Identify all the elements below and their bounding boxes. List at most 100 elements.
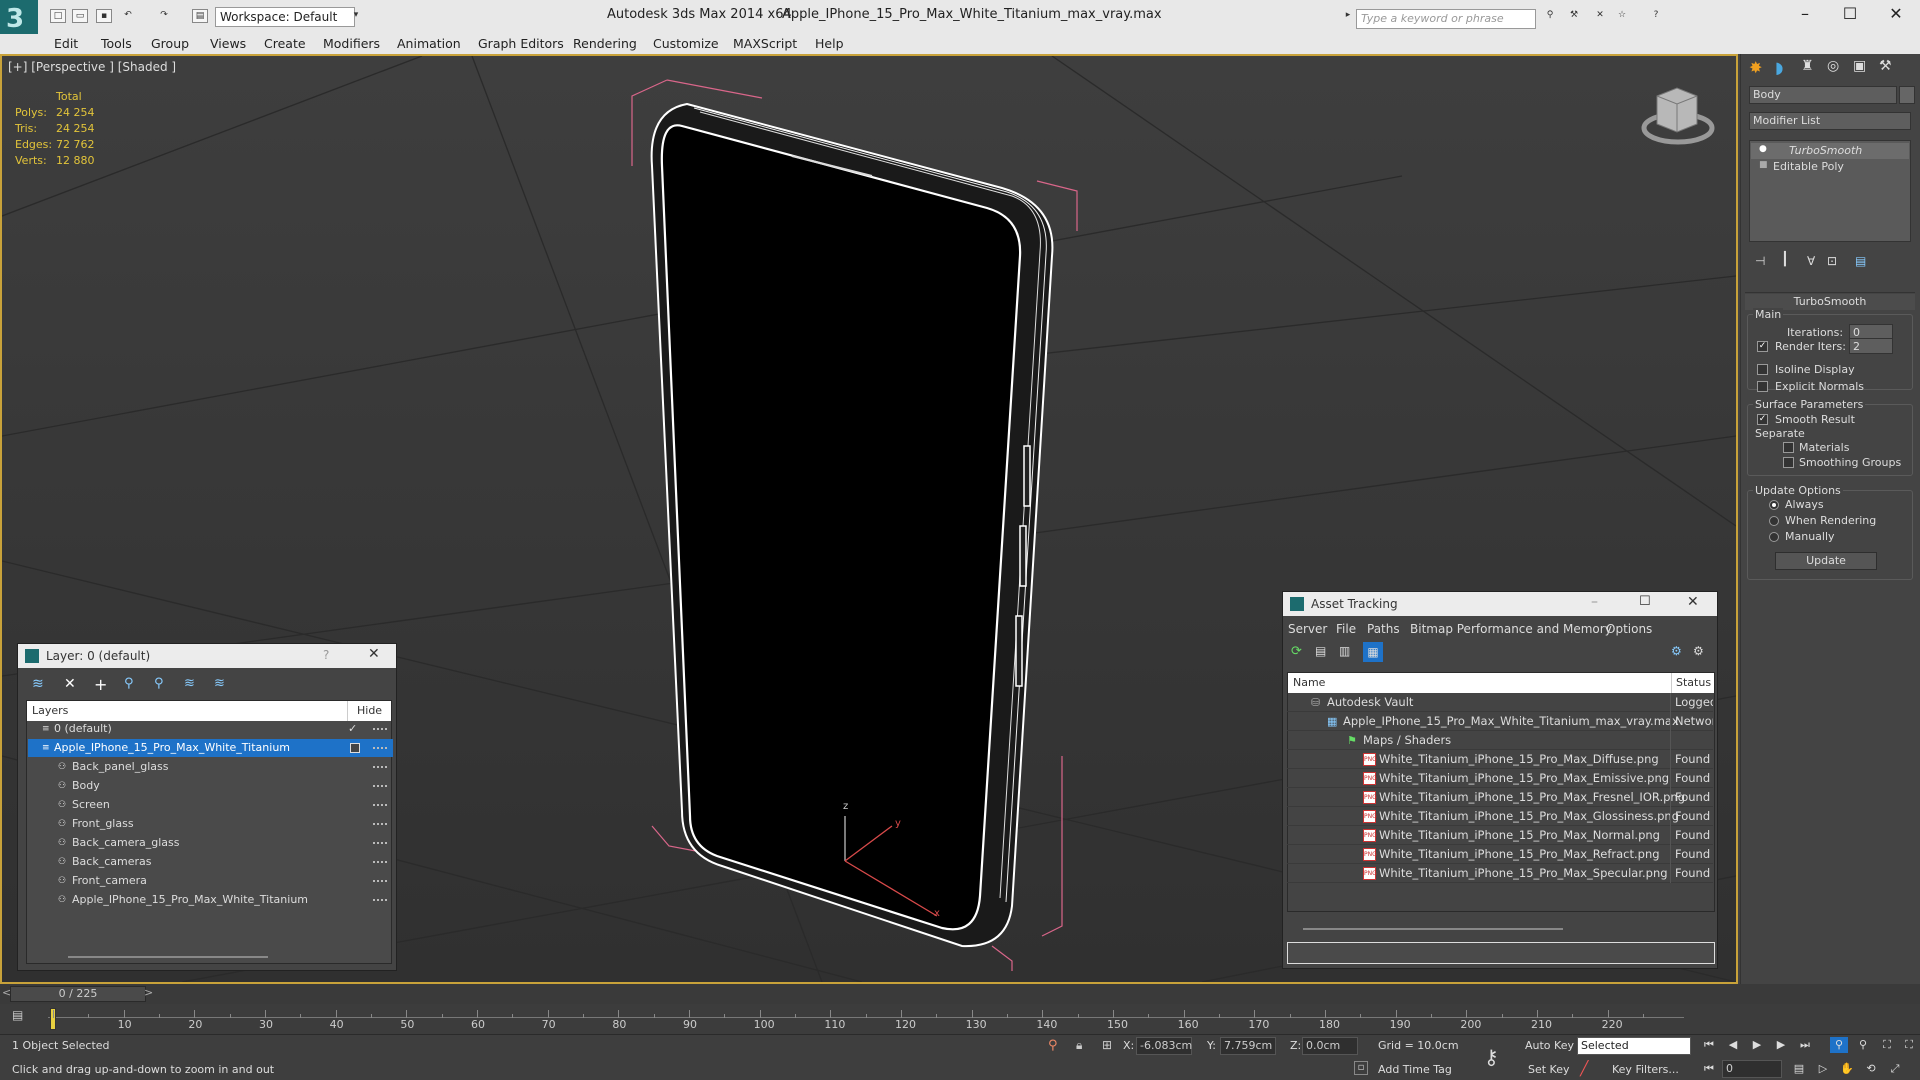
object-name-field[interactable]: Body (1749, 86, 1897, 104)
minimize-icon[interactable]: – (1591, 594, 1598, 610)
hide-toggle[interactable] (373, 880, 387, 882)
utilities-tab-icon[interactable]: ⚒ (1879, 58, 1901, 80)
selection-lock-icon[interactable]: 🔒︎ (1076, 1038, 1082, 1053)
add-to-layer-icon[interactable]: + (94, 675, 107, 694)
vault-settings-icon[interactable]: ⚙ (1693, 644, 1704, 658)
current-layer-check-icon[interactable]: ✓ (348, 720, 357, 738)
hide-toggle[interactable] (373, 842, 387, 844)
freeze-all-layers-icon[interactable]: ≋ (214, 676, 225, 691)
layer-row[interactable]: ⚇ Apple_IPhone_15_Pro_Max_White_Titanium (28, 891, 393, 909)
menu-help[interactable]: Help (815, 36, 844, 51)
asset-menu-file[interactable]: File (1336, 622, 1356, 636)
previous-frame-icon[interactable]: ◀ (1724, 1037, 1742, 1053)
hide-toggle[interactable] (373, 861, 387, 863)
horizontal-scrollbar[interactable] (1303, 928, 1563, 930)
layers-column-header[interactable]: Layers (32, 704, 68, 717)
modifier-list-dropdown[interactable]: Modifier List (1749, 112, 1911, 130)
asset-row[interactable]: PNG White_Titanium_iPhone_15_Pro_Max_Diff… (1287, 750, 1713, 769)
new-layer-icon[interactable]: ≋ (32, 676, 44, 692)
layer-window-title[interactable]: Layer: 0 (default) (18, 644, 396, 668)
horizontal-scrollbar[interactable] (68, 956, 268, 958)
vault-help-icon[interactable]: ⚙ (1671, 644, 1682, 658)
stack-item-editable-poly[interactable]: ■ Editable Poly (1751, 159, 1909, 175)
hide-toggle[interactable] (373, 728, 387, 730)
binoculars-icon[interactable]: ⚲ (1542, 9, 1558, 23)
maximize-icon[interactable]: ☐ (1830, 4, 1870, 28)
workspace-dropdown[interactable]: Workspace: Default (215, 7, 355, 27)
configure-sets-icon[interactable]: ▤ (1855, 254, 1866, 268)
field-of-view-icon[interactable]: ▷ (1814, 1061, 1832, 1077)
layer-row[interactable]: ≡ 0 (default) ✓ (28, 720, 393, 738)
mini-curve-editor-icon[interactable]: ▤ (12, 1008, 30, 1026)
remove-modifier-icon[interactable]: ⊡ (1827, 254, 1837, 268)
undo-icon[interactable]: ↶ (120, 9, 136, 23)
close-icon[interactable]: ✕ (1876, 4, 1916, 28)
layer-row[interactable]: ⚇ Back_panel_glass (28, 758, 393, 776)
current-frame-field[interactable]: 0 (1722, 1060, 1782, 1078)
auto-key-button[interactable]: Auto Key (1525, 1039, 1574, 1052)
stack-item-turbosmooth[interactable]: ● TurboSmooth (1751, 143, 1909, 159)
zoom-extents-icon[interactable]: ⛶ (1878, 1037, 1896, 1053)
asset-row[interactable]: PNG White_Titanium_iPhone_15_Pro_Max_Emis… (1287, 769, 1713, 788)
smoothing-groups-checkbox[interactable] (1783, 457, 1794, 468)
absolute-mode-icon[interactable]: ⊞ (1102, 1038, 1112, 1052)
always-radio[interactable] (1769, 500, 1779, 510)
maximize-viewport-icon[interactable]: ⤢ (1886, 1061, 1904, 1077)
isoline-display-checkbox[interactable] (1757, 364, 1768, 375)
project-folder-icon[interactable]: ▤ (192, 9, 208, 23)
smooth-result-checkbox[interactable]: ✓ (1757, 414, 1768, 425)
asset-path-field[interactable] (1287, 942, 1715, 964)
search-input[interactable]: Type a keyword or phrase (1356, 9, 1536, 29)
chevron-down-icon[interactable]: ▾ (348, 9, 364, 23)
asset-row[interactable]: PNG White_Titanium_iPhone_15_Pro_Max_Refr… (1287, 845, 1713, 864)
update-button[interactable]: Update (1775, 552, 1877, 570)
asset-row[interactable]: PNG White_Titanium_iPhone_15_Pro_Max_Fres… (1287, 788, 1713, 807)
asset-row[interactable]: ⛁ Autodesk Vault Logged (1287, 693, 1713, 712)
name-column-header[interactable]: Name (1293, 676, 1325, 689)
minimize-icon[interactable]: – (1785, 4, 1825, 28)
when-rendering-radio[interactable] (1769, 516, 1779, 526)
default-in-out-tangents-icon[interactable]: ╱ (1580, 1061, 1588, 1077)
time-configuration-icon[interactable]: ▤ (1790, 1061, 1808, 1077)
menu-animation[interactable]: Animation (397, 36, 461, 51)
subscription-icon[interactable]: ⚒ (1566, 9, 1582, 23)
communication-icon[interactable]: ✕ (1592, 9, 1608, 23)
lightbulb-icon[interactable]: ● (1759, 144, 1767, 154)
display-tab-icon[interactable]: ▣ (1853, 58, 1875, 80)
z-coordinate-field[interactable]: 0.0cm (1302, 1037, 1358, 1055)
go-to-end-icon[interactable]: ⏭ (1796, 1037, 1814, 1053)
set-current-layer-box[interactable] (350, 743, 360, 753)
key-mode-toggle-icon[interactable]: ⏮ (1700, 1061, 1718, 1077)
object-color-swatch[interactable] (1899, 86, 1915, 104)
menu-create[interactable]: Create (264, 36, 306, 51)
redo-icon[interactable]: ↷ (156, 9, 172, 23)
make-unique-icon[interactable]: ∀ (1807, 254, 1815, 268)
layer-row[interactable]: ⚇ Body (28, 777, 393, 795)
refresh-icon[interactable]: ⟳ (1291, 644, 1302, 659)
help-icon[interactable]: ? (1648, 9, 1664, 23)
time-slider-thumb[interactable]: 0 / 225 (10, 986, 146, 1002)
set-key-button[interactable]: Set Key (1528, 1063, 1570, 1076)
open-file-icon[interactable]: ▭ (72, 9, 88, 23)
menu-group[interactable]: Group (151, 36, 189, 51)
menu-graph-editors[interactable]: Graph Editors (478, 36, 564, 51)
select-layer-objects-icon[interactable]: ⚲ (124, 676, 134, 691)
modify-tab-icon[interactable]: ◗ (1775, 58, 1797, 80)
key-filters-button[interactable]: Key Filters... (1612, 1063, 1679, 1076)
save-icon[interactable]: ▪ (96, 9, 112, 23)
pin-stack-icon[interactable]: ⊣ (1755, 254, 1765, 268)
new-file-icon[interactable]: □ (50, 9, 66, 23)
menu-modifiers[interactable]: Modifiers (323, 36, 380, 51)
table-view-icon[interactable]: ▦ (1363, 642, 1383, 662)
asset-row[interactable]: ⚑ Maps / Shaders (1287, 731, 1713, 750)
explicit-normals-checkbox[interactable] (1757, 381, 1768, 392)
time-tag-icon[interactable]: ▫ (1354, 1061, 1368, 1075)
status-column-header[interactable]: Status (1676, 676, 1711, 689)
expand-search-icon[interactable]: ▸ (1340, 9, 1356, 23)
highlight-layer-icon[interactable]: ⚲ (154, 676, 164, 691)
asset-menu-bitmap-performance[interactable]: Bitmap Performance and Memory (1410, 622, 1612, 636)
list-view-icon[interactable]: ▤ (1315, 644, 1326, 658)
manually-radio[interactable] (1769, 532, 1779, 542)
asset-menu-paths[interactable]: Paths (1367, 622, 1400, 636)
layer-row[interactable]: ≡ Apple_IPhone_15_Pro_Max_White_Titanium (28, 739, 393, 757)
